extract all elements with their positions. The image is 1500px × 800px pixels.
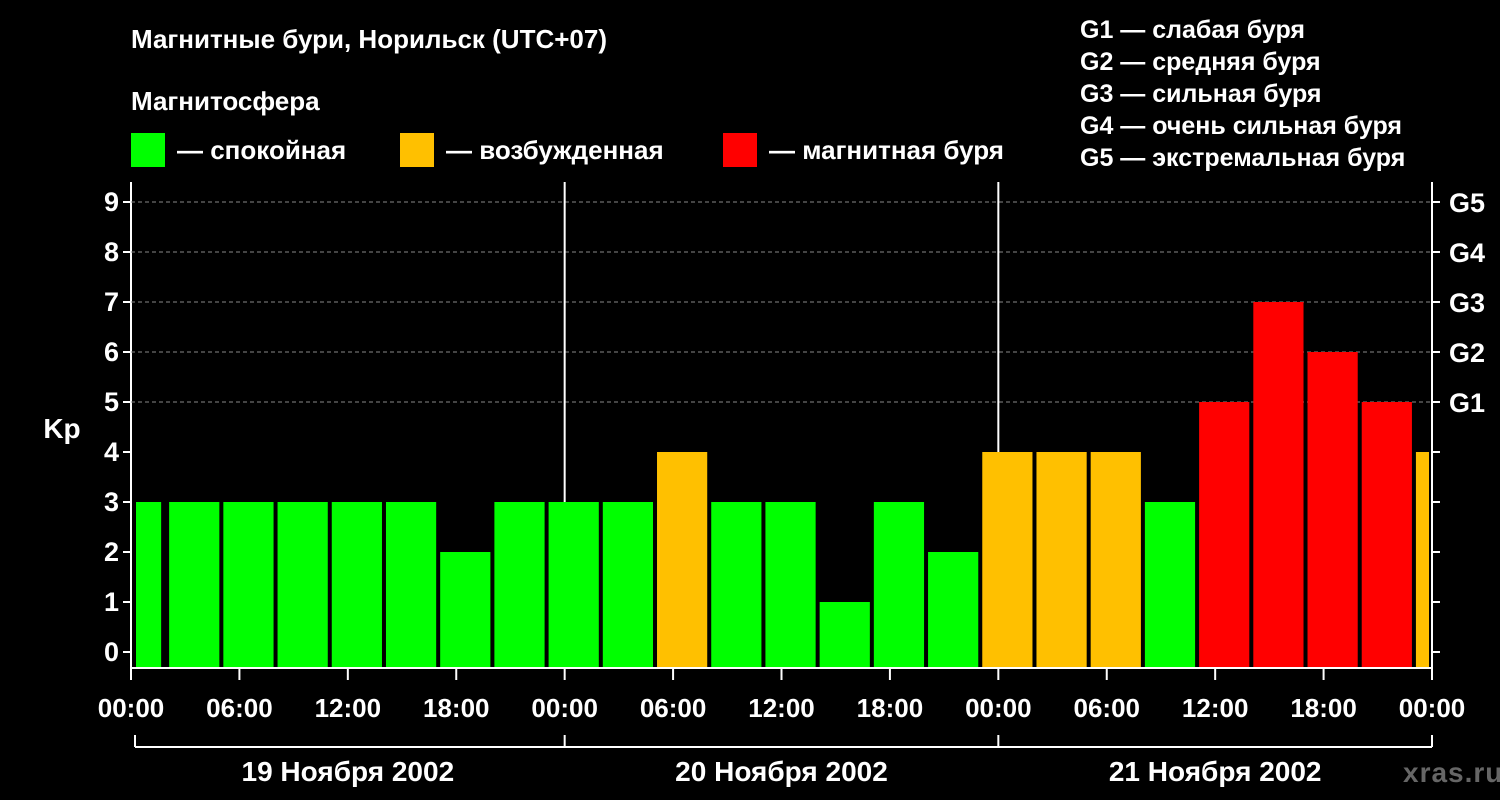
y-tick-label: 7 <box>104 287 119 317</box>
y-tick-label: 6 <box>104 337 119 367</box>
kp-bar <box>928 552 979 667</box>
kp-bar <box>873 502 925 667</box>
kp-bar <box>1307 352 1358 667</box>
y-tick-label: 2 <box>104 537 119 567</box>
y-tick-label: 3 <box>104 487 119 517</box>
kp-bar <box>169 502 220 667</box>
day-label: 20 Ноября 2002 <box>675 756 888 787</box>
x-tick-label: 00:00 <box>531 693 598 723</box>
day-label: 21 Ноября 2002 <box>1109 756 1322 787</box>
watermark: xras.ru <box>1403 757 1500 788</box>
x-tick-label: 00:00 <box>965 693 1032 723</box>
kp-bar <box>1253 302 1304 667</box>
y-tick-label: 0 <box>104 637 119 667</box>
kp-bar <box>819 602 870 667</box>
kp-bar <box>602 502 654 667</box>
x-tick-label: 00:00 <box>98 693 165 723</box>
kp-bar <box>385 502 437 667</box>
g-level-label: G5 <box>1449 188 1485 218</box>
kp-bar <box>1036 452 1087 667</box>
kp-bar <box>136 502 162 667</box>
kp-bar <box>440 552 491 667</box>
x-tick-label: 18:00 <box>1290 693 1357 723</box>
kp-bar <box>1199 402 1250 667</box>
y-tick-label: 5 <box>104 387 119 417</box>
kp-bar <box>223 502 274 667</box>
kp-bar <box>1415 452 1429 667</box>
x-tick-label: 00:00 <box>1399 693 1466 723</box>
kp-chart: 0 1 2 3 4 5 6 7 8 9 Kp G1 G2 G3 G4 G5 00:00 06:00 12:00 18:… <box>43 182 1485 787</box>
y-tick-label: 8 <box>104 237 119 267</box>
kp-bar <box>277 502 328 667</box>
g-level-label: G3 <box>1449 288 1485 318</box>
g-level-label: G4 <box>1449 238 1485 268</box>
kp-bar <box>765 502 816 667</box>
x-tick-label: 12:00 <box>315 693 382 723</box>
kp-bar <box>711 502 762 667</box>
kp-bar <box>1090 452 1141 667</box>
kp-bar <box>548 502 599 667</box>
kp-bar <box>657 452 708 667</box>
kp-bar <box>982 452 1033 667</box>
y-tick-label: 1 <box>104 587 119 617</box>
x-tick-label: 18:00 <box>857 693 924 723</box>
x-tick-label: 06:00 <box>640 693 707 723</box>
g-level-label: G2 <box>1449 338 1485 368</box>
x-tick-label: 12:00 <box>748 693 815 723</box>
x-tick-label: 06:00 <box>1074 693 1141 723</box>
day-label: 19 Ноября 2002 <box>242 756 455 787</box>
x-tick-label: 06:00 <box>206 693 273 723</box>
y-tick-label: 9 <box>104 187 119 217</box>
x-tick-label: 18:00 <box>423 693 490 723</box>
y-tick-label: 4 <box>104 437 119 467</box>
kp-bar <box>1361 402 1412 667</box>
x-tick-label: 12:00 <box>1182 693 1249 723</box>
kp-bar <box>1144 502 1196 667</box>
kp-bar <box>331 502 382 667</box>
kp-bar <box>494 502 545 667</box>
y-axis-label: Kp <box>43 413 80 444</box>
g-level-label: G1 <box>1449 388 1485 418</box>
